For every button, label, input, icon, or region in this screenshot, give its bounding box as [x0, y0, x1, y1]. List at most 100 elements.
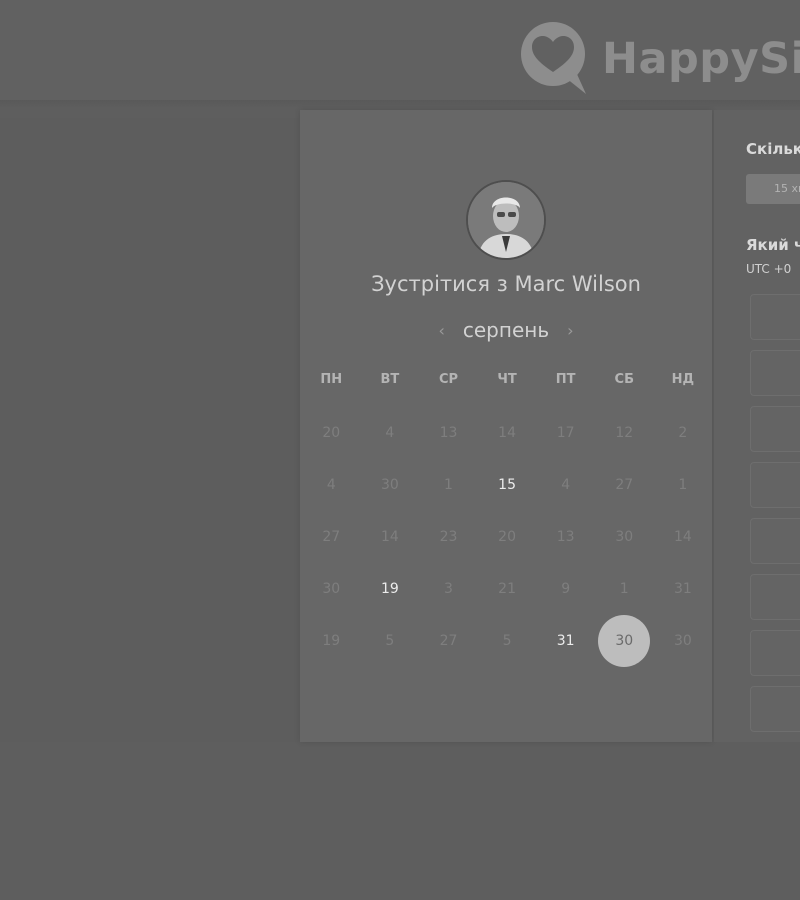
calendar-day-number: 30 — [615, 529, 634, 545]
calendar-day: 30 — [654, 615, 713, 667]
left-panel — [0, 118, 300, 742]
calendar-day-number: 21 — [498, 581, 516, 597]
calendar-day: 20 — [302, 407, 361, 459]
duration-select[interactable]: 15 хв — [746, 174, 800, 204]
calendar-day-number: 30 — [322, 581, 341, 597]
calendar-day-number: 4 — [326, 477, 336, 493]
calendar-day: 9 — [536, 563, 595, 615]
calendar-day-number: 19 — [380, 581, 399, 597]
calendar-day-number: 14 — [380, 529, 399, 545]
calendar-day-number: 31 — [556, 633, 575, 649]
brand-name: HappySig — [602, 34, 800, 84]
calendar-day: 13 — [419, 407, 478, 459]
calendar-day-number: 9 — [561, 581, 571, 597]
calendar-day: 30 — [361, 459, 420, 511]
calendar-day: 12 — [595, 407, 654, 459]
weekday-label: НД — [671, 372, 695, 387]
calendar-day[interactable]: 31 — [536, 615, 595, 667]
calendar-day: 3 — [419, 563, 478, 615]
header-divider — [0, 100, 800, 108]
calendar-grid: 20 4 13 14 17 12 2 4 30 1 15 4 27 1 27 14 23 20 13 30 14 30 19… — [302, 407, 712, 667]
weekday-label: ЧТ — [497, 372, 517, 387]
calendar-day: 5 — [361, 615, 420, 667]
calendar-day[interactable]: 19 — [361, 563, 420, 615]
host-photo — [468, 182, 544, 258]
heart-speech-bubble-icon — [521, 22, 586, 94]
calendar-day: 27 — [595, 459, 654, 511]
timezone-label: UTC +0 — [746, 262, 792, 276]
calendar-day: 14 — [654, 511, 713, 563]
calendar-day: 4 — [302, 459, 361, 511]
calendar-day-selected[interactable]: 30 — [595, 615, 654, 667]
calendar-day-number: 14 — [673, 529, 692, 545]
calendar-day-number: 5 — [502, 633, 512, 649]
top-header: HappySig — [0, 0, 800, 100]
calendar-day: 5 — [478, 615, 537, 667]
calendar-day[interactable]: 15 — [478, 459, 537, 511]
time-slot-button[interactable] — [750, 350, 800, 396]
calendar-day-number: 13 — [556, 529, 575, 545]
weekday-label: СБ — [614, 372, 634, 387]
calendar-day: 14 — [478, 407, 537, 459]
calendar-day-number: 27 — [615, 477, 634, 493]
avatar — [466, 180, 546, 260]
month-label: серпень — [462, 318, 550, 342]
time-slot-button[interactable] — [750, 462, 800, 508]
chevron-left-icon[interactable]: ‹ — [428, 321, 454, 340]
calendar-day: 27 — [419, 615, 478, 667]
calendar-day: 1 — [595, 563, 654, 615]
calendar-day-number: 20 — [498, 529, 516, 545]
weekday-label: ВТ — [380, 372, 400, 387]
calendar-day: 14 — [361, 511, 420, 563]
calendar-day: 2 — [654, 407, 713, 459]
calendar-day: 30 — [302, 563, 361, 615]
calendar-card: Зустрітися з Marc Wilson ‹ серпень › ПН В… — [300, 110, 712, 742]
meeting-title: Зустрітися з Marc Wilson — [371, 272, 641, 296]
calendar-day: 19 — [302, 615, 361, 667]
chevron-right-icon[interactable]: › — [557, 321, 583, 340]
calendar-day-number: 4 — [385, 425, 395, 441]
calendar-day: 31 — [654, 563, 713, 615]
time-slot-button[interactable] — [750, 630, 800, 676]
calendar-day-number: 3 — [444, 581, 453, 597]
calendar-day: 1 — [654, 459, 713, 511]
time-slot-button[interactable] — [750, 574, 800, 620]
calendar-day: 21 — [478, 563, 537, 615]
calendar-day-number: 27 — [439, 633, 458, 649]
month-navigator: ‹ серпень › — [300, 317, 712, 343]
calendar-day-number: 31 — [673, 581, 692, 597]
calendar-day-number: 4 — [561, 477, 571, 493]
calendar-day-number: 27 — [322, 529, 341, 545]
weekday-label: ПТ — [555, 372, 576, 387]
calendar-day-number: 30 — [380, 477, 399, 493]
calendar-day: 27 — [302, 511, 361, 563]
time-slot-button[interactable] — [750, 406, 800, 452]
time-slot-button[interactable] — [750, 686, 800, 732]
brand-logo[interactable]: HappySig — [516, 20, 800, 96]
calendar-day-number: 20 — [322, 425, 341, 441]
calendar-day: 13 — [536, 511, 595, 563]
calendar-day-number: 17 — [556, 425, 575, 441]
calendar-day: 4 — [361, 407, 420, 459]
time-heading: Який ч — [746, 236, 800, 254]
calendar-day-number: 30 — [673, 633, 692, 649]
calendar-day-number: 5 — [385, 633, 395, 649]
weekday-label: ПН — [320, 372, 343, 387]
calendar-day-number: 1 — [619, 581, 629, 597]
calendar-day-number: 23 — [439, 529, 458, 545]
calendar-day: 23 — [419, 511, 478, 563]
calendar-day-number: 14 — [498, 425, 516, 441]
calendar-day-number: 12 — [615, 425, 634, 441]
time-slot-button[interactable] — [750, 518, 800, 564]
page-backdrop — [0, 745, 800, 900]
weekday-label: СР — [438, 372, 459, 387]
calendar-day-number: 30 — [615, 633, 634, 649]
calendar-day-number: 1 — [678, 477, 688, 493]
weekday-header: ПН ВТ СР ЧТ ПТ СБ НД — [302, 372, 712, 387]
duration-heading: Скільк — [746, 140, 800, 158]
time-panel: Скільк 15 хв Який ч UTC +0 — [714, 110, 800, 742]
calendar-day-number: 13 — [439, 425, 458, 441]
calendar-day: 4 — [536, 459, 595, 511]
time-slot-button[interactable] — [750, 294, 800, 340]
calendar-day: 20 — [478, 511, 537, 563]
